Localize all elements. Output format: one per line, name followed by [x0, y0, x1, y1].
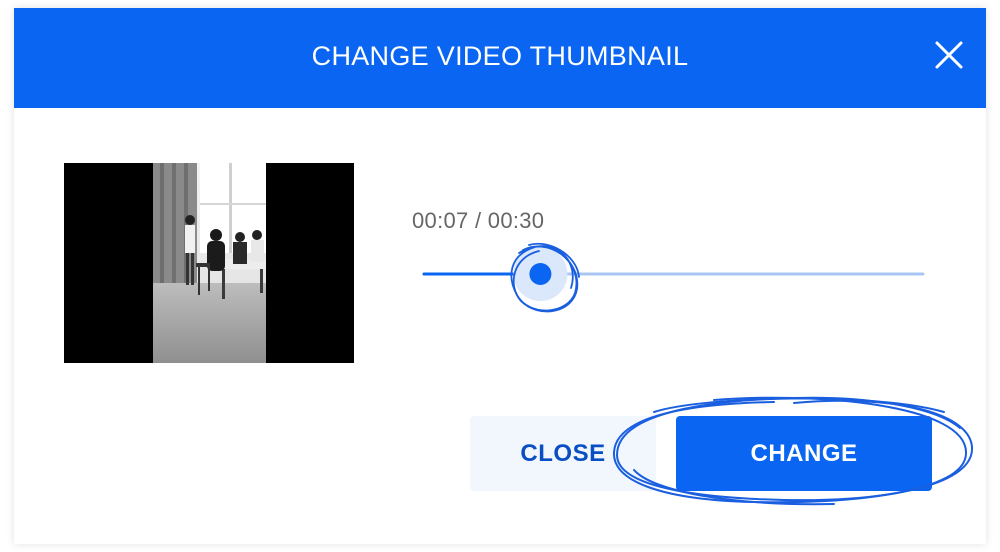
change-button-label: CHANGE: [750, 439, 858, 467]
close-button-label: CLOSE: [520, 439, 606, 467]
video-thumbnail-preview: [64, 163, 354, 363]
change-thumbnail-dialog: CHANGE VIDEO THUMBNAIL 00:07 / 00:30 CLO…: [14, 8, 986, 544]
timeline-slider[interactable]: [399, 233, 959, 323]
change-button[interactable]: CHANGE: [676, 416, 932, 491]
dialog-header: CHANGE VIDEO THUMBNAIL: [14, 8, 986, 108]
close-button[interactable]: CLOSE: [470, 416, 656, 491]
time-display: 00:07 / 00:30: [412, 208, 545, 233]
dialog-title: CHANGE VIDEO THUMBNAIL: [311, 41, 689, 71]
close-icon[interactable]: [932, 38, 966, 72]
slider-handle: [529, 263, 552, 285]
